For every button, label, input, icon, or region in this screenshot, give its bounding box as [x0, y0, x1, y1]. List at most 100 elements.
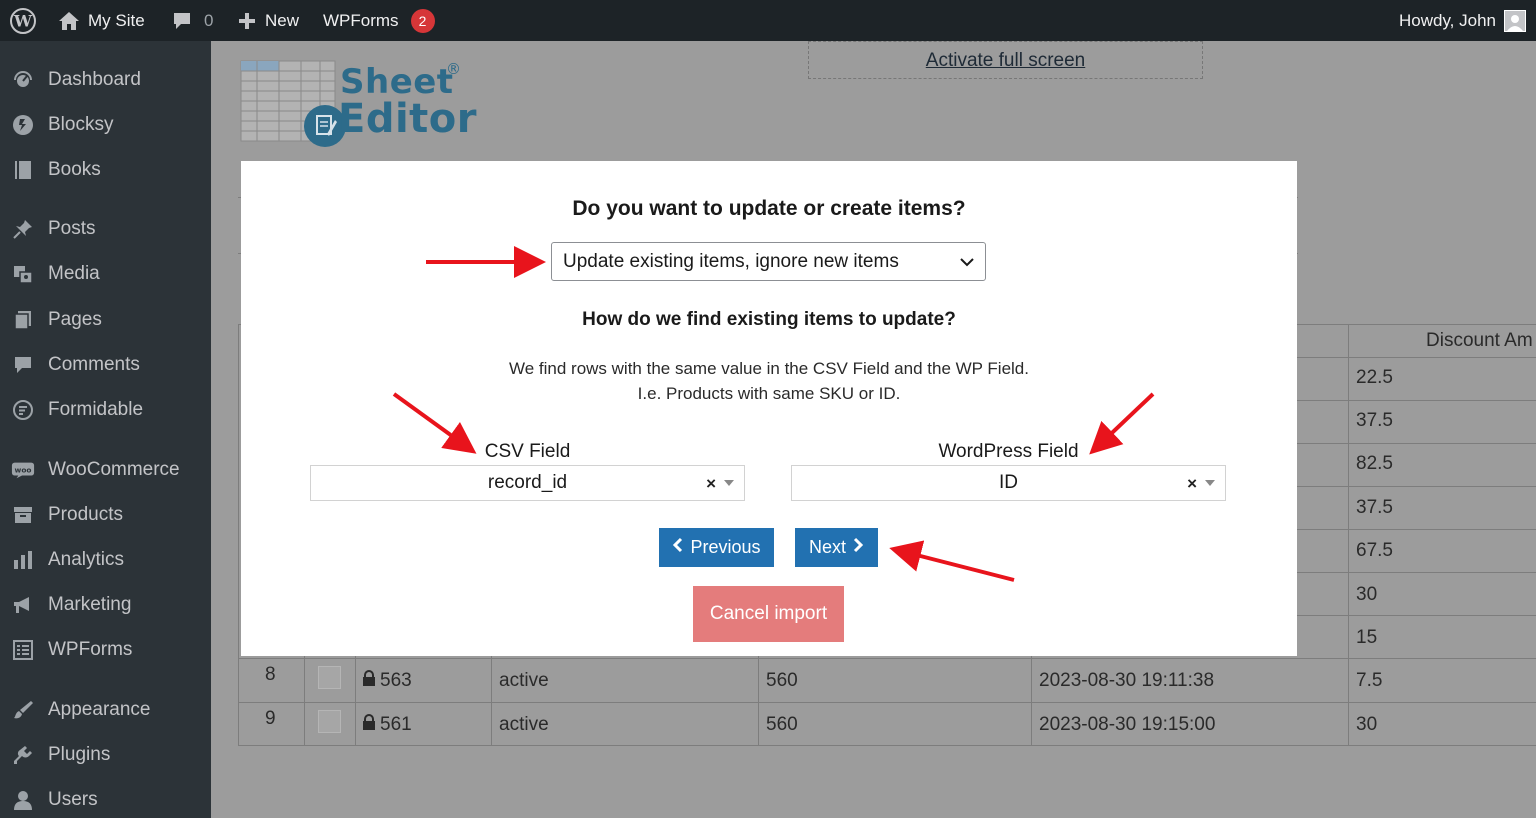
find-description-line-2: I.e. Products with same SKU or ID.: [637, 384, 901, 403]
clear-icon[interactable]: ×: [706, 474, 716, 494]
pin-icon: [11, 217, 35, 241]
site-menu[interactable]: My Site: [58, 0, 145, 41]
sidebar-item-posts[interactable]: Posts: [0, 209, 211, 249]
csv-field-label: CSV Field: [484, 441, 571, 462]
sidebar-item-analytics[interactable]: Analytics: [0, 540, 211, 580]
activate-fullscreen-link[interactable]: Activate full screen: [926, 50, 1085, 71]
wordpress-field-value: ID: [999, 472, 1018, 493]
sidebar-item-books[interactable]: Books: [0, 150, 211, 190]
table-cell[interactable]: active: [499, 714, 549, 736]
table-cell[interactable]: active: [499, 670, 549, 692]
clear-icon[interactable]: ×: [1187, 474, 1197, 494]
comments-menu[interactable]: 0: [172, 0, 213, 41]
table-cell[interactable]: 2023-08-30 19:11:38: [1039, 670, 1214, 692]
previous-button[interactable]: Previous: [659, 528, 774, 567]
sidebar-item-label: Media: [48, 263, 100, 284]
sidebar-item-label: Formidable: [48, 399, 144, 420]
sidebar-item-label: Appearance: [48, 699, 151, 720]
find-description-line-1: We find rows with the same value in the …: [508, 359, 1029, 378]
pages-icon: [11, 308, 35, 332]
sidebar-item-label: Comments: [48, 354, 140, 375]
sidebar-item-pages[interactable]: Pages: [0, 300, 211, 340]
sidebar-item-wpforms[interactable]: WPForms: [0, 630, 211, 670]
column-header-discount[interactable]: Discount Am: [1426, 330, 1533, 352]
sidebar-item-label: Posts: [48, 218, 96, 239]
sidebar-item-formidable[interactable]: Formidable: [0, 390, 211, 430]
sidebar-item-label: Blocksy: [48, 114, 114, 135]
avatar: [1504, 9, 1526, 32]
svg-text:woo: woo: [15, 465, 32, 474]
form-icon: [11, 638, 35, 662]
chevron-left-icon: [672, 537, 684, 558]
cancel-label: Cancel import: [709, 603, 828, 624]
cancel-import-button[interactable]: Cancel import: [693, 586, 844, 642]
modal-title: Do you want to update or create items?: [572, 197, 966, 220]
wordpress-field-select[interactable]: ID ×: [791, 465, 1226, 501]
sidebar-item-users[interactable]: Users: [0, 780, 211, 818]
notification-badge: 2: [410, 8, 435, 33]
table-cell[interactable]: 2023-08-30 19:15:00: [1039, 714, 1215, 736]
comment-bubble-icon: [172, 11, 192, 31]
sidebar-item-label: Dashboard: [48, 69, 141, 90]
new-label: New: [265, 10, 300, 30]
sidebar-item-comments[interactable]: Comments: [0, 345, 211, 385]
next-button[interactable]: Next: [795, 528, 878, 567]
wordpress-logo-icon[interactable]: W: [9, 0, 37, 41]
sidebar-item-plugins[interactable]: Plugins: [0, 735, 211, 775]
wpforms-menu[interactable]: WPForms 2: [323, 0, 435, 41]
chevron-down-icon: [959, 254, 975, 276]
table-cell[interactable]: 67.5: [1356, 540, 1393, 562]
admin-sidebar: Dashboard Blocksy Books Posts Media Page…: [0, 41, 211, 818]
sidebar-item-dashboard[interactable]: Dashboard: [0, 60, 211, 100]
row-checkbox[interactable]: [318, 666, 341, 689]
howdy-text: Howdy, John: [1398, 10, 1496, 30]
sidebar-item-appearance[interactable]: Appearance: [0, 690, 211, 730]
sidebar-item-products[interactable]: Products: [0, 495, 211, 535]
table-cell[interactable]: 15: [1356, 627, 1377, 649]
table-cell[interactable]: 22.5: [1356, 367, 1393, 389]
caret-down-icon: [724, 480, 734, 486]
table-cell[interactable]: 30: [1356, 714, 1377, 736]
site-name: My Site: [88, 10, 145, 30]
plus-icon: [237, 11, 257, 31]
table-cell[interactable]: 37.5: [1356, 497, 1393, 519]
home-icon: [58, 11, 80, 31]
table-cell[interactable]: 560: [766, 714, 798, 736]
caret-down-icon: [1205, 480, 1215, 486]
chevron-right-icon: [852, 537, 864, 558]
sidebar-item-label: Books: [48, 159, 101, 180]
table-cell[interactable]: 37.5: [1356, 410, 1393, 432]
row-checkbox[interactable]: [318, 710, 341, 733]
table-cell[interactable]: 563: [380, 670, 412, 692]
sidebar-item-media[interactable]: Media: [0, 254, 211, 294]
table-cell[interactable]: 560: [766, 670, 798, 692]
lock-icon: [362, 714, 376, 736]
sidebar-item-woocommerce[interactable]: woo WooCommerce: [0, 450, 211, 490]
dashboard-icon: [11, 68, 35, 92]
row-number: 8: [265, 664, 276, 685]
table-cell[interactable]: 82.5: [1356, 453, 1393, 475]
sidebar-item-label: Pages: [48, 309, 102, 330]
sidebar-item-label: Users: [48, 789, 98, 810]
table-cell[interactable]: 30: [1356, 584, 1377, 606]
update-mode-selected-value: Update existing items, ignore new items: [563, 250, 899, 272]
bar-chart-icon: [11, 548, 35, 572]
sidebar-item-label: Marketing: [48, 594, 132, 615]
sidebar-item-marketing[interactable]: Marketing: [0, 585, 211, 625]
table-cell[interactable]: 7.5: [1356, 670, 1382, 692]
plug-icon: [11, 743, 35, 767]
csv-field-select[interactable]: record_id ×: [310, 465, 745, 501]
sidebar-item-blocksy[interactable]: Blocksy: [0, 105, 211, 145]
sidebar-item-label: Plugins: [48, 744, 111, 765]
user-icon: [11, 788, 35, 812]
comment-icon: [11, 353, 35, 377]
formidable-icon: [11, 398, 35, 422]
update-mode-select[interactable]: Update existing items, ignore new items: [551, 242, 986, 281]
admin-bar: W My Site 0 New WPForms 2 Howdy, John: [0, 0, 1536, 41]
wordpress-field-label: WordPress Field: [938, 441, 1079, 462]
account-menu[interactable]: Howdy, John: [1399, 0, 1526, 41]
svg-text:W: W: [13, 11, 33, 30]
sidebar-item-label: WooCommerce: [48, 459, 180, 480]
new-content-menu[interactable]: New: [237, 0, 299, 41]
table-cell[interactable]: 561: [380, 714, 412, 736]
